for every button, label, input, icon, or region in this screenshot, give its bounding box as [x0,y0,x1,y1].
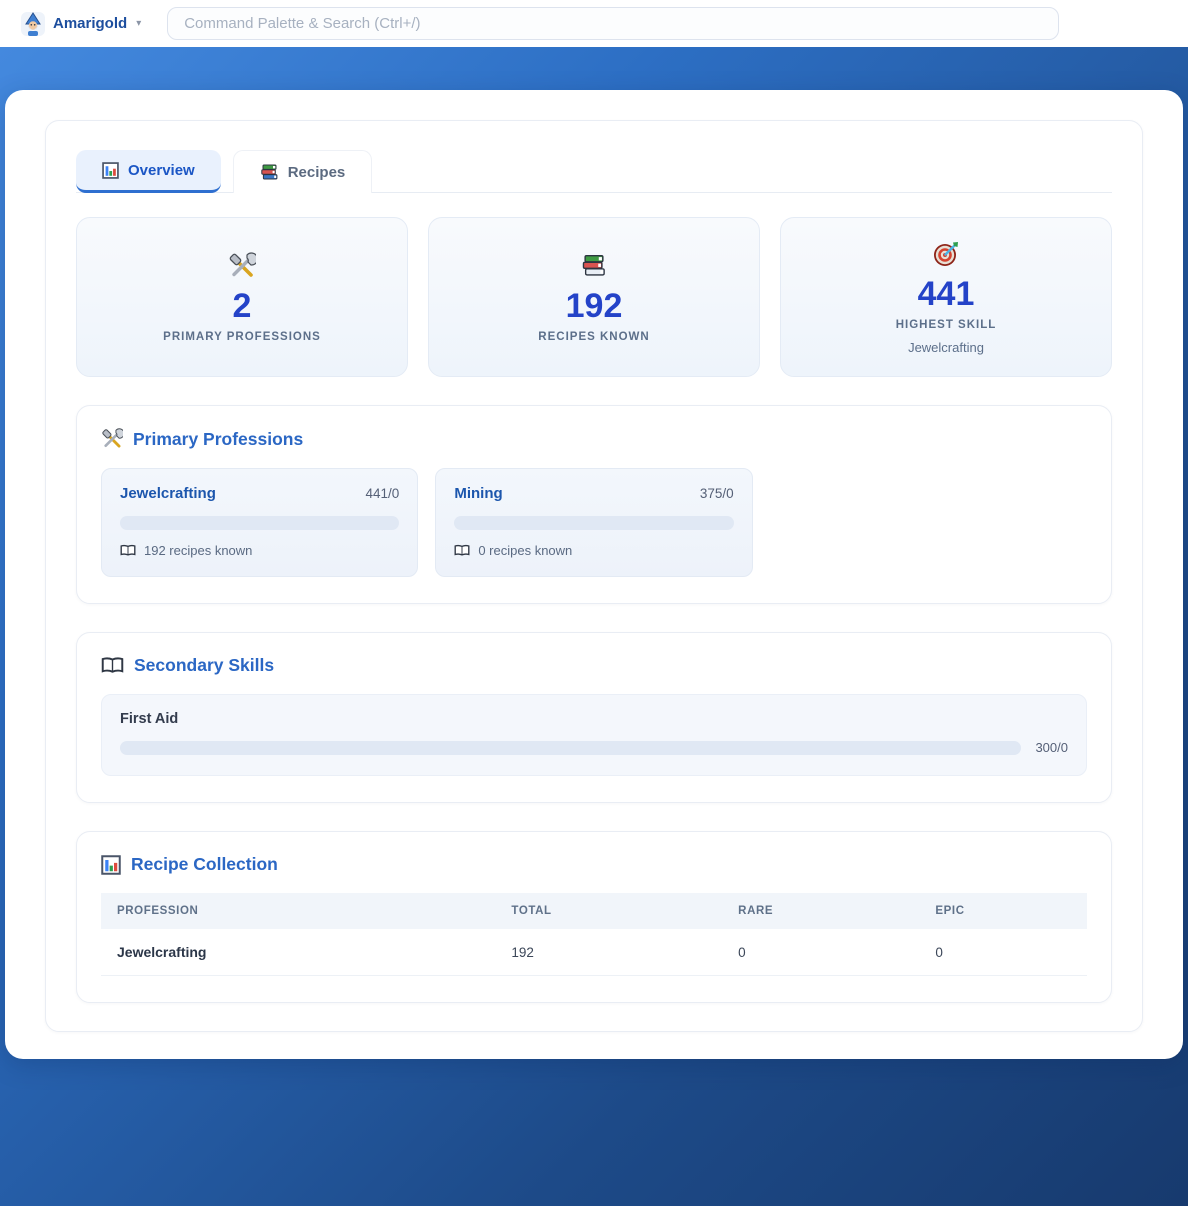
profession-skill-value: 441/0 [366,486,400,501]
page-background: Overview [0,47,1188,1206]
section-title: Recipe Collection [131,854,278,875]
dashboard-card: Overview [45,120,1143,1032]
column-header-total: TOTAL [495,893,722,929]
stat-value: 192 [566,287,623,326]
section-title: Secondary Skills [134,655,274,676]
section-header: Primary Professions [101,428,1087,450]
tab-overview[interactable]: Overview [76,150,221,193]
skill-value: 300/0 [1035,740,1068,755]
stats-row: 2 PRIMARY PROFESSIONS [76,217,1112,377]
dart-target-icon [932,239,960,269]
bar-chart-icon [102,162,119,179]
profession-grid-empty-cell [770,468,1087,577]
stat-card-highest-skill: 441 HIGHEST SKILL Jewelcrafting [780,217,1112,377]
tab-bar: Overview [76,149,1112,193]
cell-total: 192 [495,929,722,976]
recipe-collection-table: PROFESSION TOTAL RARE EPIC Jewelcrafting… [101,893,1087,976]
profession-name: Mining [454,485,502,502]
profession-skill-value: 375/0 [700,486,734,501]
open-book-icon [101,656,124,675]
stat-value: 441 [918,275,975,314]
stat-card-recipes-known: 192 RECIPES KNOWN [428,217,760,377]
profession-name: Jewelcrafting [120,485,216,502]
books-icon [581,251,607,281]
wizard-avatar-icon [20,11,46,37]
command-palette-search-input[interactable] [167,7,1059,40]
profession-card-mining: Mining 375/0 [435,468,752,577]
column-header-profession: PROFESSION [101,893,495,929]
profession-progress-bar [120,516,399,530]
stat-label: RECIPES KNOWN [538,331,649,343]
open-book-icon [120,544,136,557]
page: Amarigold ▾ [0,0,1188,1206]
top-bar: Amarigold ▾ [0,0,1188,47]
tab-overview-label: Overview [128,162,195,179]
stat-value: 2 [233,287,252,326]
profession-card-jewelcrafting: Jewelcrafting 441/0 [101,468,418,577]
recipes-known-text: 0 recipes known [478,543,572,558]
profession-grid: Jewelcrafting 441/0 [101,468,1087,577]
section-header: Secondary Skills [101,655,1087,676]
cell-profession: Jewelcrafting [101,929,495,976]
open-book-icon [454,544,470,557]
skill-name: First Aid [120,711,1068,727]
cell-rare: 0 [722,929,919,976]
tab-recipes[interactable]: Recipes [233,150,373,193]
content-sheet: Overview [5,90,1183,1059]
stat-label: HIGHEST SKILL [896,319,997,331]
skill-item-first-aid: First Aid 300/0 [101,694,1087,776]
section-header: Recipe Collection [101,854,1087,875]
secondary-skills-section: Secondary Skills First Aid 300/0 [76,632,1112,803]
books-icon [260,164,279,181]
character-menu[interactable]: Amarigold ▾ [12,7,149,41]
stat-card-primary-professions: 2 PRIMARY PROFESSIONS [76,217,408,377]
table-row: Jewelcrafting 192 0 0 [101,929,1087,976]
bar-chart-icon [101,855,121,875]
column-header-rare: RARE [722,893,919,929]
stat-label: PRIMARY PROFESSIONS [163,331,321,343]
tab-recipes-label: Recipes [288,164,346,181]
table-header-row: PROFESSION TOTAL RARE EPIC [101,893,1087,929]
character-name: Amarigold [53,15,127,32]
chevron-down-icon: ▾ [136,18,141,29]
stat-sublabel: Jewelcrafting [908,340,984,355]
recipes-known-text: 192 recipes known [144,543,252,558]
recipe-collection-section: Recipe Collection PROFESSION TOTAL RARE … [76,831,1112,1003]
hammer-wrench-icon [228,251,256,281]
column-header-epic: EPIC [919,893,1087,929]
section-title: Primary Professions [133,429,303,450]
primary-professions-section: Primary Professions Jewelcrafting 441/0 [76,405,1112,604]
cell-epic: 0 [919,929,1087,976]
hammer-wrench-icon [101,428,123,450]
skill-progress-bar [120,741,1021,755]
profession-progress-bar [454,516,733,530]
